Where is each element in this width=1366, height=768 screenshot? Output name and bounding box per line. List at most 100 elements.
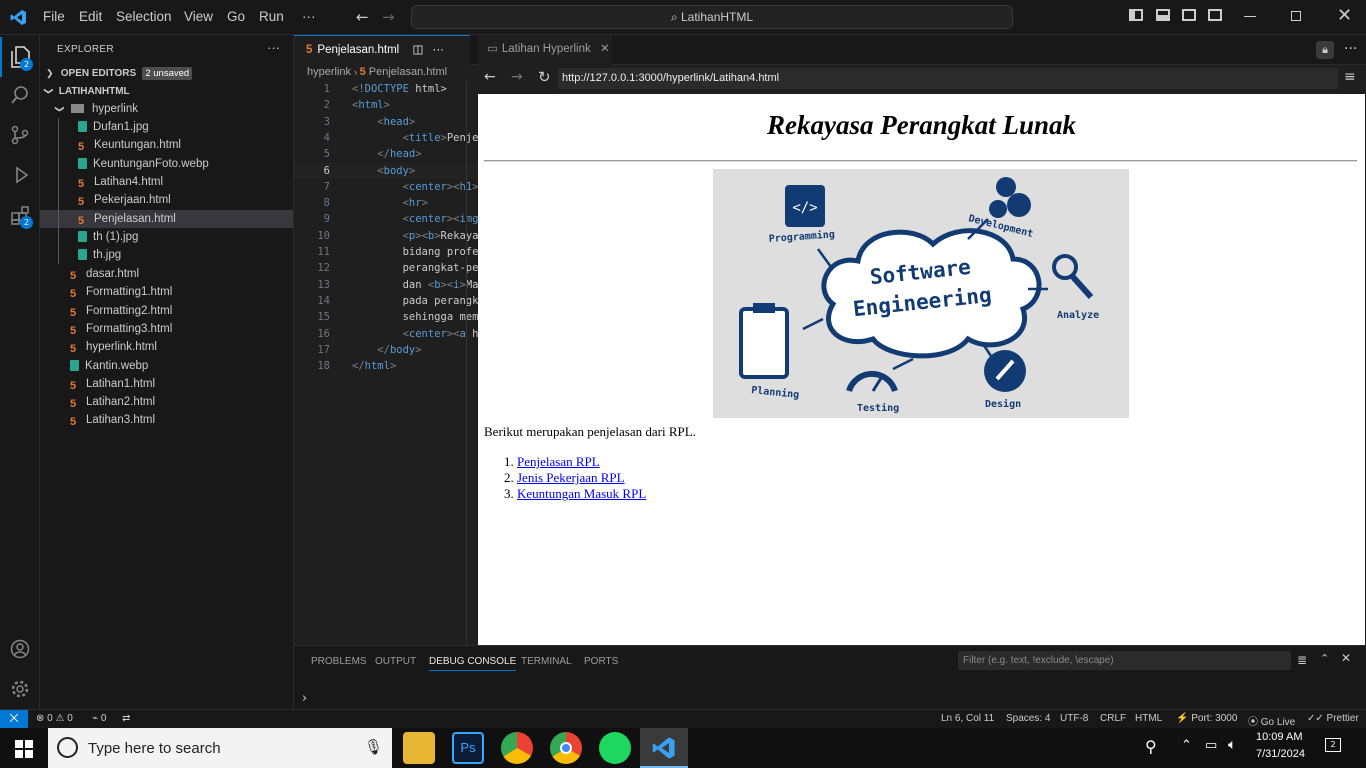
windows-start-icon[interactable] xyxy=(15,740,33,758)
code-line[interactable]: 2 <html> xyxy=(294,97,478,113)
photoshop-app-icon[interactable]: Ps xyxy=(452,732,484,764)
menu-run[interactable]: Run xyxy=(259,9,284,24)
file-item[interactable]: 5 Pekerjaan.html xyxy=(40,191,293,209)
gear-icon[interactable] xyxy=(0,669,40,709)
vscode-taskbar-icon[interactable] xyxy=(640,728,688,768)
file-item[interactable]: 5 Formatting3.html xyxy=(40,320,293,338)
workspace-section[interactable]: ❯ LATIHANHTML xyxy=(40,82,293,100)
ports-status[interactable]: ⌁ 0 xyxy=(92,713,106,724)
file-item[interactable]: 5 Latihan1.html xyxy=(40,375,293,393)
clock-date[interactable]: 7/31/2024 xyxy=(1256,748,1305,760)
code-line[interactable]: 4 <title>Penje xyxy=(294,130,478,146)
language-mode[interactable]: HTML xyxy=(1135,713,1162,724)
hamburger-menu-icon[interactable]: ≡ xyxy=(1344,69,1356,85)
live-share-icon[interactable]: ⇄ xyxy=(122,713,130,724)
maximize-panel-icon[interactable]: ⌃ xyxy=(1320,652,1329,665)
editor-more-icon[interactable]: ··· xyxy=(433,44,445,56)
link-jenis-pekerjaan-rpl[interactable]: Jenis Pekerjaan RPL xyxy=(517,470,625,485)
encoding[interactable]: UTF-8 xyxy=(1060,713,1088,724)
code-line[interactable]: 3 <head> xyxy=(294,114,478,130)
menu-go[interactable]: Go xyxy=(227,9,245,24)
code-line[interactable]: 16 <center><a h xyxy=(294,326,478,342)
tray-chevron-icon[interactable]: ⌃ xyxy=(1181,738,1192,753)
code-line[interactable]: 13 dan <b><i>Ma xyxy=(294,277,478,293)
file-item[interactable]: KeuntunganFoto.webp xyxy=(40,155,293,173)
file-item[interactable]: 5 dasar.html xyxy=(40,265,293,283)
tab-terminal[interactable]: TERMINAL xyxy=(521,656,572,667)
back-arrow-icon[interactable]: ← xyxy=(356,8,369,26)
more-actions-icon[interactable]: ··· xyxy=(267,40,280,55)
code-lines[interactable]: 1 <!DOCTYPE html> 2 <html> 3 <head> 4 <title>… xyxy=(294,81,478,645)
breadcrumb-file[interactable]: Penjelasan.html xyxy=(369,66,447,78)
code-line[interactable]: 7 <center><h1> xyxy=(294,179,478,195)
open-editors-section[interactable]: ❯ OPEN EDITORS 2 unsaved xyxy=(40,64,293,82)
breadcrumb-folder[interactable]: hyperlink xyxy=(307,66,351,78)
code-line[interactable]: 12 perangkat-pe xyxy=(294,260,478,276)
code-line[interactable]: 18 </html> xyxy=(294,358,478,374)
minimize-icon[interactable] xyxy=(1244,16,1256,17)
line-endings[interactable]: CRLF xyxy=(1100,713,1126,724)
close-panel-icon[interactable]: ✕ xyxy=(1341,651,1351,665)
explorer-icon[interactable]: 2 xyxy=(0,37,40,77)
browser-forward-icon[interactable]: → xyxy=(511,69,523,85)
tab-latihan-hyperlink[interactable]: ▭ Latihan Hyperlink ✕ xyxy=(478,35,612,65)
menu-edit[interactable]: Edit xyxy=(79,9,102,24)
split-editor-icon[interactable]: ◫ xyxy=(412,44,423,56)
people-icon[interactable]: ⚲ xyxy=(1145,737,1157,756)
volume-icon[interactable]: 🔈︎ xyxy=(1228,737,1236,753)
customize-layout-icon[interactable] xyxy=(1208,9,1222,21)
file-item[interactable]: Kantin.webp xyxy=(40,357,293,375)
search-icon[interactable] xyxy=(0,75,40,115)
code-line[interactable]: 6 <body> xyxy=(294,162,478,179)
file-item[interactable]: 5 Latihan2.html xyxy=(40,393,293,411)
remote-icon[interactable]: ⨉ xyxy=(0,710,28,728)
code-line[interactable]: 17 </body> xyxy=(294,342,478,358)
code-line[interactable]: 14 pada perangk xyxy=(294,293,478,309)
taskbar-search[interactable]: Type here to search 🎙︎ xyxy=(48,728,392,768)
folder-hyperlink[interactable]: ❯ hyperlink xyxy=(40,100,293,118)
code-line[interactable]: 5 </head> xyxy=(294,146,478,162)
command-center[interactable]: ⌕ LatihanHTML xyxy=(411,5,1013,29)
close-window-icon[interactable]: ✕ xyxy=(1337,5,1352,26)
chrome-app-icon[interactable] xyxy=(550,732,582,764)
menu-file[interactable]: File xyxy=(43,9,65,24)
menu-view[interactable]: View xyxy=(184,9,213,24)
forward-arrow-icon[interactable]: → xyxy=(382,8,395,26)
indentation[interactable]: Spaces: 4 xyxy=(1006,713,1050,724)
tab-debug-console[interactable]: DEBUG CONSOLE xyxy=(429,656,517,671)
prettier-status[interactable]: ✓✓ Prettier xyxy=(1307,713,1359,724)
source-control-icon[interactable] xyxy=(0,115,40,155)
menu-more-icon[interactable]: ··· xyxy=(302,9,316,24)
code-line[interactable]: 10 <p><b>Rekaya xyxy=(294,228,478,244)
preview-more-icon[interactable]: ··· xyxy=(1344,41,1357,57)
run-debug-icon[interactable] xyxy=(0,155,40,195)
address-bar[interactable]: http://127.0.0.1:3000/hyperlink/Latihan4… xyxy=(558,68,1338,89)
file-item[interactable]: 5 Formatting1.html xyxy=(40,283,293,301)
close-tab-icon[interactable]: ✕ xyxy=(600,43,610,55)
clock-time[interactable]: 10:09 AM xyxy=(1256,731,1302,743)
chrome-canary-app-icon[interactable] xyxy=(501,732,533,764)
file-item[interactable]: 5 Penjelasan.html xyxy=(40,209,293,228)
file-item[interactable]: th.jpg xyxy=(40,246,293,264)
code-line[interactable]: 1 <!DOCTYPE html> xyxy=(294,81,478,97)
cursor-position[interactable]: Ln 6, Col 11 xyxy=(941,713,994,724)
file-explorer-app-icon[interactable] xyxy=(403,732,435,764)
extensions-icon[interactable]: 2 xyxy=(0,195,40,235)
browser-back-icon[interactable]: ← xyxy=(484,69,496,85)
notifications-icon[interactable]: 2 xyxy=(1325,738,1341,752)
link-penjelasan-rpl[interactable]: Penjelasan RPL xyxy=(517,454,600,469)
code-line[interactable]: 15 sehingga mem xyxy=(294,309,478,325)
file-item[interactable]: th (1).jpg xyxy=(40,228,293,246)
reload-icon[interactable]: ↻ xyxy=(538,68,551,86)
code-line[interactable]: 8 <hr> xyxy=(294,195,478,211)
menu-selection[interactable]: Selection xyxy=(116,9,172,24)
link-keuntungan-masuk-rpl[interactable]: Keuntungan Masuk RPL xyxy=(517,486,646,501)
network-icon[interactable]: ▭ xyxy=(1205,738,1217,753)
tab-penjelasan[interactable]: 5 Penjelasan.html ◫ ··· xyxy=(294,35,470,65)
console-filter-input[interactable]: Filter (e.g. text, !exclude, \escape) xyxy=(958,651,1291,670)
file-item[interactable]: 5 Latihan4.html xyxy=(40,173,293,191)
tab-problems[interactable]: PROBLEMS xyxy=(311,656,367,667)
lock-icon[interactable]: 🔒︎ xyxy=(1316,41,1334,59)
port-status[interactable]: ⚡ Port: 3000 xyxy=(1176,713,1237,724)
microphone-icon[interactable]: 🎙︎ xyxy=(364,738,383,756)
